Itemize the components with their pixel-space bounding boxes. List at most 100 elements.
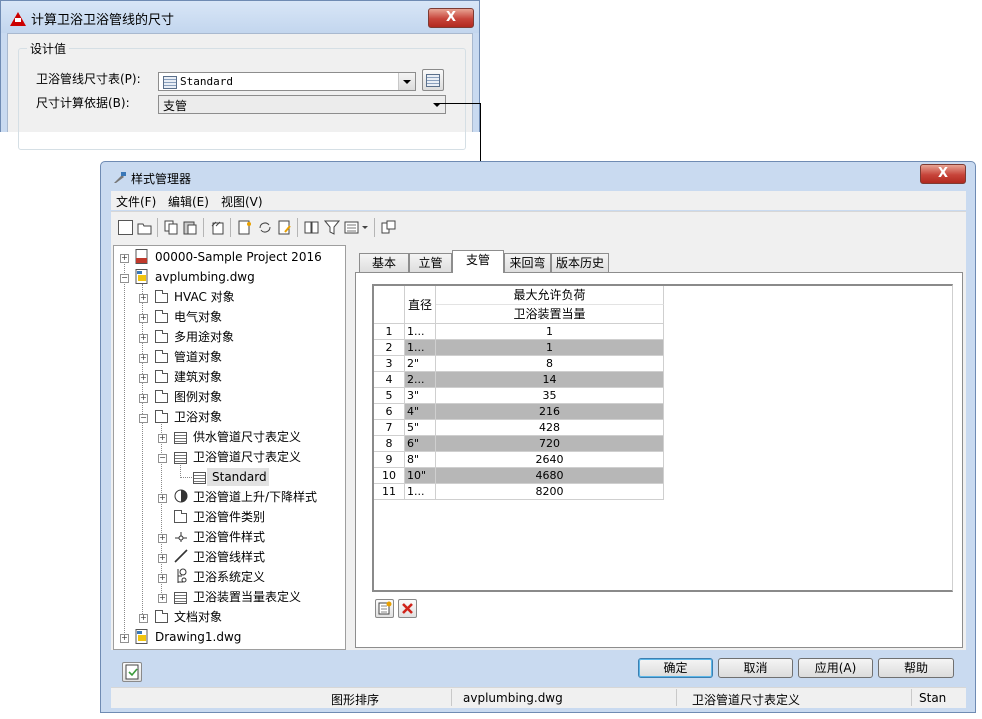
expand-icon[interactable]: + [158, 594, 167, 603]
edit-table-button[interactable] [422, 69, 444, 91]
tree-item-multipurpose[interactable]: 多用途对象 [174, 328, 234, 346]
tree-item-fixture-unit-table[interactable]: 卫浴装置当量表定义 [193, 588, 301, 606]
fixture-units-cell[interactable]: 4680 [436, 468, 664, 484]
view-options-icon[interactable] [344, 220, 370, 235]
tab-vertical[interactable]: 立管 [409, 253, 452, 272]
tree-item-rise-drop[interactable]: 卫浴管道上升/下降样式 [193, 488, 317, 506]
col-header-max-load[interactable]: 最大允许负荷 [436, 286, 664, 305]
collapse-icon[interactable]: − [139, 414, 148, 423]
fixture-units-cell[interactable]: 8200 [436, 484, 664, 500]
tree-item-drawing1[interactable]: Drawing1.dwg [155, 628, 241, 646]
menu-file[interactable]: 文件(F) [116, 193, 156, 210]
diameter-cell[interactable]: 8" [405, 452, 436, 468]
collapse-icon[interactable]: − [158, 454, 167, 463]
expand-icon[interactable]: + [139, 614, 148, 623]
fixture-units-cell[interactable]: 428 [436, 420, 664, 436]
tree-item-electrical[interactable]: 电气对象 [174, 308, 222, 326]
copy-icon[interactable] [164, 220, 179, 235]
diameter-cell[interactable]: 1... [405, 484, 436, 500]
expand-icon[interactable]: + [120, 254, 129, 263]
expand-icon[interactable]: + [158, 434, 167, 443]
expand-icon[interactable]: + [158, 494, 167, 503]
tree-item-fitting-style[interactable]: 卫浴管件样式 [193, 528, 265, 546]
size-table-combo[interactable]: Standard [158, 72, 416, 91]
close-button[interactable]: X [920, 164, 966, 184]
close-button[interactable]: X [428, 8, 474, 28]
menu-edit[interactable]: 编辑(E) [168, 193, 209, 210]
filter-icon[interactable] [323, 220, 341, 235]
tree-item-line-style[interactable]: 卫浴管线样式 [193, 548, 265, 566]
toggle-preview-button[interactable] [122, 662, 142, 682]
fixture-units-cell[interactable]: 2640 [436, 452, 664, 468]
cancel-button[interactable]: 取消 [718, 658, 793, 678]
tree-item-plumbing[interactable]: 卫浴对象 [174, 408, 222, 426]
fixture-units-cell[interactable]: 720 [436, 436, 664, 452]
tab-version-history[interactable]: 版本历史 [551, 253, 609, 272]
tab-offset[interactable]: 来回弯 [504, 253, 551, 272]
expand-icon[interactable]: + [139, 354, 148, 363]
expand-icon[interactable]: + [120, 634, 129, 643]
diameter-cell[interactable]: 2... [405, 372, 436, 388]
fixture-units-cell[interactable]: 1 [436, 324, 664, 340]
expand-icon[interactable]: + [158, 574, 167, 583]
fixture-units-cell[interactable]: 216 [436, 404, 664, 420]
diameter-cell[interactable]: 5" [405, 420, 436, 436]
expand-icon[interactable]: + [139, 374, 148, 383]
size-table-grid[interactable]: 直径 最大允许负荷 卫浴装置当量 1 1... 1 2 1... 1 3 2" 8 4 2... 14… [372, 284, 953, 592]
tree-item-standard[interactable]: Standard [212, 468, 267, 486]
col-header-fixture-units[interactable]: 卫浴装置当量 [436, 305, 664, 324]
diameter-cell[interactable]: 4" [405, 404, 436, 420]
edit-style-icon[interactable] [277, 220, 292, 235]
tree-item-supply-size-table[interactable]: 供水管道尺寸表定义 [193, 428, 301, 446]
collapse-icon[interactable]: − [120, 274, 129, 283]
expand-icon[interactable]: + [158, 554, 167, 563]
ok-button[interactable]: 确定 [638, 658, 713, 678]
apply-button[interactable]: 应用(A) [798, 658, 873, 678]
fixture-units-cell[interactable]: 14 [436, 372, 664, 388]
expand-icon[interactable]: + [158, 534, 167, 543]
help-button[interactable]: 帮助 [878, 658, 954, 678]
col-header-diameter[interactable]: 直径 [405, 286, 436, 324]
new-style-icon[interactable] [237, 220, 252, 235]
expand-icon[interactable]: + [139, 294, 148, 303]
menu-view[interactable]: 视图(V) [221, 193, 263, 210]
tree-item-documentation[interactable]: 文档对象 [174, 608, 222, 626]
tree-item-hvac[interactable]: HVAC 对象 [174, 288, 235, 306]
open-folder-icon[interactable] [137, 220, 152, 235]
tab-branch[interactable]: 支管 [452, 250, 504, 273]
style-tree[interactable]: + 00000-Sample Project 2016 − avplumbing… [113, 245, 346, 650]
tree-item-piping[interactable]: 管道对象 [174, 348, 222, 366]
expand-icon[interactable]: + [139, 314, 148, 323]
refresh-icon[interactable] [257, 220, 272, 235]
add-row-button[interactable] [375, 599, 394, 618]
tree-item-project[interactable]: 00000-Sample Project 2016 [155, 248, 322, 266]
expand-icon[interactable]: + [139, 334, 148, 343]
diameter-cell[interactable]: 10" [405, 468, 436, 484]
paste-icon[interactable] [183, 220, 198, 235]
expand-icon[interactable]: + [139, 394, 148, 403]
tree-item-avplumbing[interactable]: avplumbing.dwg [155, 268, 255, 286]
tree-item-plumbing-size-table[interactable]: 卫浴管道尺寸表定义 [193, 448, 301, 466]
tree-item-architectural[interactable]: 建筑对象 [174, 368, 222, 386]
diameter-cell[interactable]: 3" [405, 388, 436, 404]
tree-item-system-definition[interactable]: 卫浴系统定义 [193, 568, 265, 586]
status-sort: 图形排序 [331, 693, 380, 707]
purge-icon[interactable] [210, 220, 225, 235]
chevron-down-icon[interactable] [398, 73, 415, 90]
compare-icon[interactable] [304, 220, 319, 235]
basis-combo[interactable]: 支管 [158, 95, 446, 114]
chevron-down-icon[interactable] [429, 96, 445, 113]
diameter-cell[interactable]: 1... [405, 340, 436, 356]
diameter-cell[interactable]: 2" [405, 356, 436, 372]
diameter-cell[interactable]: 1... [405, 324, 436, 340]
tree-item-legend[interactable]: 图例对象 [174, 388, 222, 406]
new-icon[interactable] [118, 220, 133, 235]
toggle-view-icon[interactable] [381, 220, 396, 235]
tab-general[interactable]: 基本 [359, 253, 409, 272]
delete-row-button[interactable] [398, 599, 417, 618]
diameter-cell[interactable]: 6" [405, 436, 436, 452]
fixture-units-cell[interactable]: 35 [436, 388, 664, 404]
fixture-units-cell[interactable]: 1 [436, 340, 664, 356]
fixture-units-cell[interactable]: 8 [436, 356, 664, 372]
tree-item-fitting-category[interactable]: 卫浴管件类别 [193, 508, 265, 526]
